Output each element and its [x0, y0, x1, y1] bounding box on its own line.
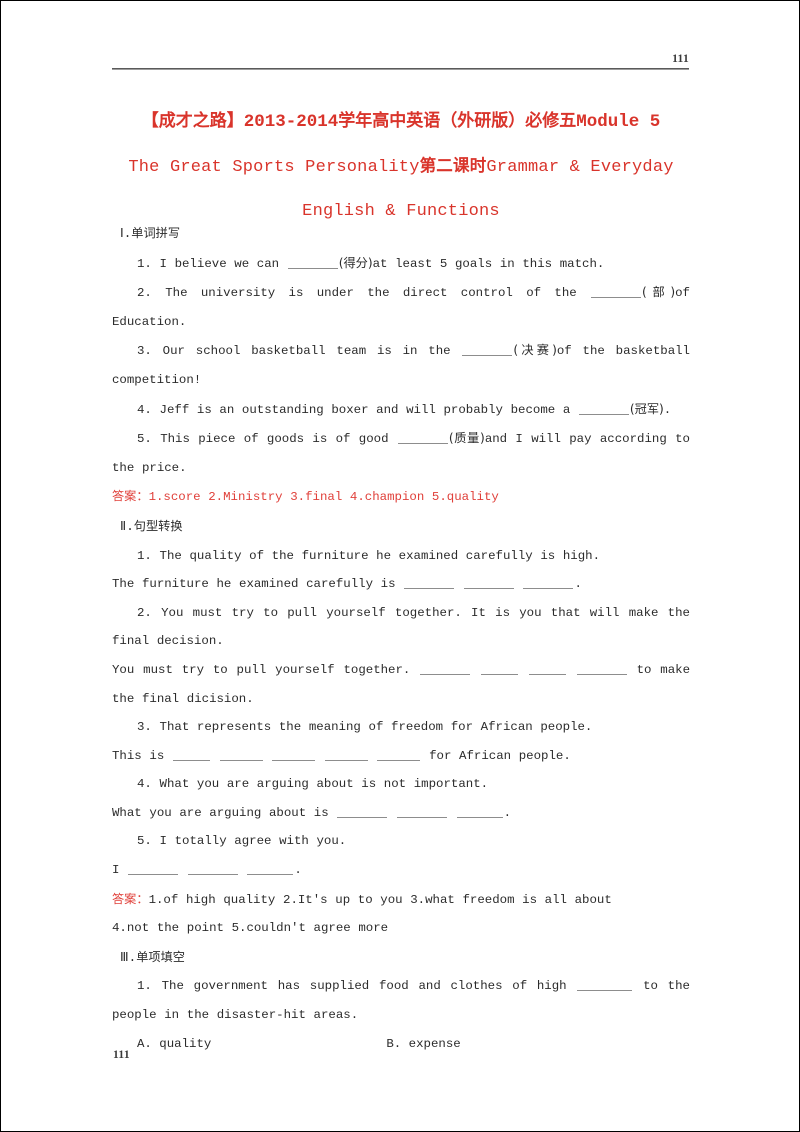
- answer-blank[interactable]: [481, 663, 519, 675]
- s2-q1-text-b: .: [574, 577, 582, 592]
- section-1-title: 单词拼写: [131, 226, 181, 240]
- s3-option-b[interactable]: B. expense: [386, 1037, 460, 1051]
- answer-blank[interactable]: [128, 863, 179, 876]
- answer-blank[interactable]: [578, 403, 629, 415]
- section-1-question-4: 4. Jeff is an outstanding boxer and will…: [112, 395, 690, 425]
- s2-q3-text-b: for African people.: [421, 748, 571, 763]
- answer-blank[interactable]: [404, 577, 455, 590]
- section-2-question-4: 4. What you are arguing about is not imp…: [137, 777, 489, 792]
- title-line-1: 【成才之路】2013-2014学年高中英语（外研版）必修五Module 5: [112, 99, 690, 144]
- answer-blank[interactable]: [187, 863, 238, 876]
- section-1-question-1: 1. I believe we can (得分)at least 5 goals…: [112, 249, 690, 279]
- s2-answer-text-1: 1.of high quality 2.It's up to you 3.wha…: [148, 892, 612, 907]
- title-line-2-period: 第二课时: [419, 156, 487, 175]
- section-2-heading: Ⅱ.句型转换: [112, 512, 690, 542]
- s1-q2-hint: (部): [642, 285, 676, 300]
- s2-q4-text-a: What you are arguing about is: [112, 805, 337, 820]
- answer-blank[interactable]: [397, 432, 448, 445]
- section-3-title: 单项填空: [136, 949, 185, 964]
- s2-q1-text-a: The furniture he examined carefully is: [112, 577, 404, 592]
- s1-q4-hint: (冠军): [629, 401, 664, 416]
- answer-blank[interactable]: [219, 749, 263, 761]
- title-line-2-unit: The Great Sports Personality: [128, 158, 420, 177]
- section-2-number: Ⅱ.: [120, 519, 134, 534]
- s3-q1-text-a: 1. The government has supplied food and …: [137, 979, 577, 994]
- header-rule: [112, 68, 689, 70]
- s1-q4-text-a: 4. Jeff is an outstanding boxer and will…: [137, 402, 578, 417]
- section-1-heading: Ⅰ.单词拼写: [112, 219, 690, 249]
- answer-blank[interactable]: [377, 749, 421, 761]
- title-line-2-topic: Grammar & Everyday: [486, 158, 674, 177]
- s1-q3-hint: (决赛): [513, 343, 557, 358]
- title-line-1-subject: 学年高中英语（外研版）必修五: [338, 111, 577, 131]
- document-title: 【成才之路】2013-2014学年高中英语（外研版）必修五Module 5 Th…: [112, 99, 690, 234]
- section-1-question-3: 3. Our school basketball team is in the …: [112, 336, 690, 394]
- answer-blank[interactable]: [324, 749, 368, 761]
- answer-blank[interactable]: [591, 286, 642, 299]
- answer-blank[interactable]: [456, 806, 503, 818]
- answer-blank[interactable]: [172, 749, 210, 761]
- footer-page-number: 111: [113, 1049, 130, 1061]
- answer-blank[interactable]: [396, 806, 447, 818]
- s1-q5-hint: (质量): [448, 431, 485, 446]
- section-2-question-1: 1. The quality of the furniture he exami…: [137, 548, 601, 563]
- header-page-number: 111: [672, 53, 689, 65]
- title-line-1-module: Module 5: [576, 112, 661, 132]
- document-page: 111 【成才之路】2013-2014学年高中英语（外研版）必修五Module …: [0, 0, 800, 1132]
- s1-q4-text-b: .: [663, 402, 672, 417]
- section-2-answer-line-2: 4.not the point 5.couldn't agree more: [112, 921, 389, 936]
- answer-blank[interactable]: [523, 577, 574, 590]
- answer-blank[interactable]: [420, 663, 471, 675]
- answer-blank[interactable]: [576, 663, 627, 675]
- section-2-answer-slot-2: You must try to pull yourself together. …: [112, 656, 690, 713]
- section-1-question-2: 2. The university is under the direct co…: [112, 278, 690, 336]
- answer-blank[interactable]: [287, 257, 338, 269]
- title-line-1-bracket: 【成才之路】: [141, 111, 244, 131]
- section-2-answer-line-1: 答案：1.of high quality 2.It's up to you 3.…: [112, 885, 690, 915]
- section-3-number: Ⅲ.: [120, 950, 137, 965]
- section-3-question-1: 1. The government has supplied food and …: [112, 972, 690, 1029]
- s2-q5-text-b: .: [294, 863, 302, 878]
- section-2-answer-slot-4: What you are arguing about is .: [112, 799, 690, 828]
- section-2-question-5: 5. I totally agree with you.: [137, 834, 347, 849]
- answer-blank[interactable]: [247, 863, 294, 876]
- s1-q1-hint: (得分): [338, 255, 373, 270]
- title-line-1-years: 2013-2014: [243, 112, 339, 132]
- s1-q5-text-a: 5. This piece of goods is of good: [137, 432, 397, 447]
- s3-option-a[interactable]: A. quality: [137, 1037, 211, 1051]
- answer-blank[interactable]: [337, 806, 388, 818]
- section-3-options-row: A. quality B. expense: [112, 1030, 690, 1059]
- section-2-question-3: 3. That represents the meaning of freedo…: [137, 720, 593, 735]
- section-1-answer-line: 答案：1.score 2.Ministry 3.final 4.champion…: [112, 482, 690, 512]
- s1-q3-text-a: 3. Our school basketball team is in the: [137, 344, 462, 359]
- page-header: 111: [112, 53, 689, 70]
- section-1-number: Ⅰ.: [120, 227, 132, 241]
- s2-q3-text-a: This is: [112, 748, 172, 763]
- s2-q2-text-a: You must try to pull yourself together.: [112, 662, 420, 677]
- s1-answer-text: 1.score 2.Ministry 3.final 4.champion 5.…: [148, 490, 499, 505]
- s2-answer-label: 答案：: [112, 891, 149, 906]
- answer-blank[interactable]: [462, 344, 513, 357]
- section-2-question-2: 2. You must try to pull yourself togethe…: [112, 605, 690, 649]
- answer-blank[interactable]: [463, 577, 514, 590]
- s1-q1-text-b: at least 5 goals in this match.: [372, 256, 605, 271]
- title-line-2: The Great Sports Personality第二课时Grammar …: [112, 144, 690, 190]
- answer-blank[interactable]: [272, 749, 316, 761]
- section-1-question-5: 5. This piece of goods is of good (质量)an…: [112, 424, 690, 482]
- s1-answer-label: 答案：: [112, 489, 149, 504]
- s2-q4-text-b: .: [503, 805, 511, 820]
- s1-q1-text-a: 1. I believe we can: [137, 256, 287, 271]
- section-2-answer-slot-5: I .: [112, 856, 690, 885]
- s2-q5-text-a: I: [112, 863, 128, 878]
- section-2-answer-slot-3: This is for African people.: [112, 742, 690, 771]
- answer-blank[interactable]: [577, 979, 633, 992]
- document-body: Ⅰ.单词拼写 1. I believe we can (得分)at least …: [112, 219, 690, 1058]
- s1-q2-text-a: 2. The university is under the direct co…: [137, 286, 591, 301]
- answer-blank[interactable]: [528, 663, 566, 675]
- section-2-title: 句型转换: [133, 518, 183, 533]
- section-2-answer-slot-1: The furniture he examined carefully is .: [112, 570, 690, 599]
- section-3-heading: Ⅲ.单项填空: [112, 943, 690, 973]
